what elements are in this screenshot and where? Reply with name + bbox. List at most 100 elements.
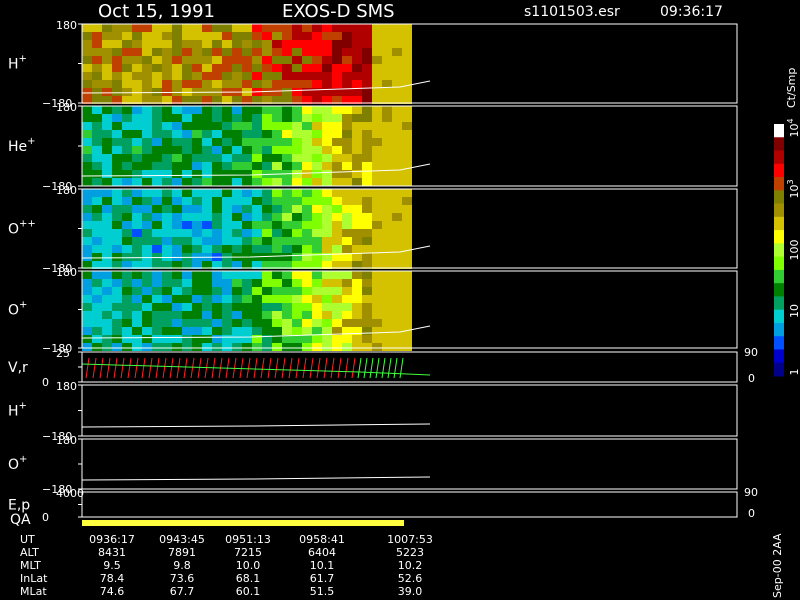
spectrogram-cell: [82, 88, 92, 96]
spectrogram-cell: [332, 237, 342, 245]
spectrogram-cell: [372, 303, 382, 311]
spectrogram-cell: [122, 245, 132, 253]
spectrogram-cell: [332, 170, 342, 178]
spectrogram-cell: [172, 229, 182, 237]
spectrogram-cell: [292, 327, 302, 335]
spectrogram-cell: [282, 197, 292, 205]
spectrogram-cell: [382, 197, 392, 205]
spectrogram-cell: [162, 178, 172, 186]
spectrogram-cell: [82, 197, 92, 205]
spectrogram-cell: [402, 197, 412, 205]
spectrogram-cell: [202, 154, 212, 162]
spectrogram-cell: [352, 130, 362, 138]
spectrogram-cell: [172, 170, 182, 178]
spectrogram-cell: [242, 64, 252, 72]
spectrogram-cell: [112, 253, 122, 261]
spectrogram-cell: [152, 287, 162, 295]
spectrogram-cell: [252, 80, 262, 88]
spectrogram-cell: [132, 88, 142, 96]
spectrogram-cell: [92, 162, 102, 170]
spectrogram-cell: [232, 32, 242, 40]
spectrogram-cell: [382, 343, 392, 351]
spectrogram-cell: [202, 80, 212, 88]
spectrogram-cell: [192, 343, 202, 351]
velocity-tick: [176, 357, 181, 379]
spectrogram-cell: [222, 24, 232, 32]
axis-bottom-label: 0: [42, 511, 49, 524]
velocity-tick: [363, 357, 368, 379]
spectrogram-cell: [122, 24, 132, 32]
spectrogram-cell: [352, 32, 362, 40]
spectrogram-cell: [222, 279, 232, 287]
spectrogram-cell: [322, 114, 332, 122]
spectrogram-cell: [112, 178, 122, 186]
spectrogram-cell: [172, 154, 182, 162]
spectrogram-cell: [332, 205, 342, 213]
velocity-tick: [357, 357, 362, 379]
velocity-tick: [92, 357, 97, 379]
spectrogram-cell: [122, 48, 132, 56]
spectrogram-cell: [392, 311, 402, 319]
spectrogram-cell: [342, 80, 352, 88]
spectrogram-cell: [192, 221, 202, 229]
spectrogram-cell: [102, 237, 112, 245]
spectrogram-cell: [102, 221, 112, 229]
spectrogram-cell: [252, 295, 262, 303]
spectrogram-cell: [372, 138, 382, 146]
spectrogram-cell: [132, 122, 142, 130]
spectrogram-cell: [152, 311, 162, 319]
spectrogram-cell: [302, 146, 312, 154]
spectrogram-cell: [152, 146, 162, 154]
spectrogram-cell: [112, 122, 122, 130]
spectrogram-cell: [142, 311, 152, 319]
spectrogram-cell: [222, 64, 232, 72]
spectrogram-cell: [322, 80, 332, 88]
spectrogram-cell: [202, 32, 212, 40]
spectrogram-cell: [82, 146, 92, 154]
spectrogram-cell: [122, 106, 132, 114]
spectrogram-cell: [292, 24, 302, 32]
spectrogram-cell: [282, 72, 292, 80]
spectrogram-cell: [82, 56, 92, 64]
spectrogram-cell: [102, 287, 112, 295]
spectrogram-cell: [342, 56, 352, 64]
spectrogram-cell: [242, 295, 252, 303]
spectrogram-cell: [242, 154, 252, 162]
spectrogram-cell: [372, 271, 382, 279]
spectrogram-cell: [312, 130, 322, 138]
colorbar-swatch: [774, 269, 784, 284]
spectrogram-cell: [362, 154, 372, 162]
velocity-tick: [295, 357, 300, 379]
spectrogram-cell: [232, 197, 242, 205]
spectrogram-cell: [282, 213, 292, 221]
spectrogram-cell: [212, 24, 222, 32]
spectrogram-cell: [272, 295, 282, 303]
spectrogram-cell: [92, 245, 102, 253]
spectrogram-cell: [262, 189, 272, 197]
spectrogram-cell: [252, 343, 262, 351]
spectrogram-cell: [142, 295, 152, 303]
spectrogram-cell: [242, 114, 252, 122]
spectrogram-cell: [312, 122, 322, 130]
spectrogram-cell: [202, 205, 212, 213]
spectrogram-cell: [172, 138, 182, 146]
spectrogram-cell: [312, 64, 322, 72]
spectrogram-cell: [212, 154, 222, 162]
spectrogram-cell: [122, 64, 132, 72]
spectrogram-cell: [312, 40, 322, 48]
spectrogram-cell: [212, 197, 222, 205]
spectrogram-cell: [212, 64, 222, 72]
spectrogram-cell: [112, 170, 122, 178]
spectrogram-cell: [362, 40, 372, 48]
spectrogram-cell: [232, 237, 242, 245]
spectrogram-cell: [132, 295, 142, 303]
spectrogram-cell: [332, 56, 342, 64]
spectrogram-cell: [292, 237, 302, 245]
spectrogram-cell: [242, 40, 252, 48]
spectrogram-cell: [212, 122, 222, 130]
spectrogram-cell: [312, 245, 322, 253]
spectrogram-cell: [132, 221, 142, 229]
spectrogram-cell: [282, 343, 292, 351]
spectrogram-cell: [352, 245, 362, 253]
colorbar-swatch: [774, 216, 784, 231]
